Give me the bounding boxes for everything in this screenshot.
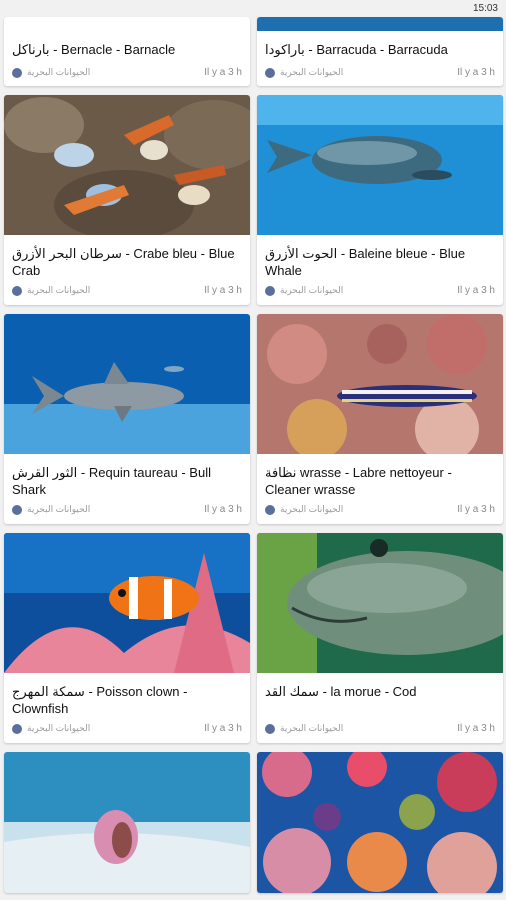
article-card-cleaner-wrasse[interactable]: نظافة wrasse - Labre nettoyeur - Cleaner…: [257, 314, 503, 524]
article-time: Il y a 3 h: [204, 67, 242, 78]
article-image: [4, 752, 250, 893]
article-image: [257, 533, 503, 673]
article-image: [257, 95, 503, 235]
wrasse-image: [257, 314, 503, 454]
category-icon: [265, 68, 275, 78]
article-category: الحيوانات البحرية: [27, 285, 91, 295]
article-title: سمك القد - la morue - Cod: [265, 684, 417, 699]
coral-image: [257, 752, 503, 893]
article-image: [4, 314, 250, 454]
status-bar: 15:03: [0, 0, 506, 17]
article-category: الحيوانات البحرية: [27, 67, 91, 77]
article-image: [257, 314, 503, 454]
article-card-clownfish[interactable]: سمكة المهرج - Poisson clown - Clownfish …: [4, 533, 250, 743]
category-icon: [12, 724, 22, 734]
article-title: بارناكل - Bernacle - Barnacle: [12, 42, 176, 57]
article-title: الثور القرش - Requin taureau - Bull Shar…: [12, 465, 211, 497]
article-time: Il y a 3 h: [457, 504, 495, 515]
article-image: [4, 533, 250, 673]
article-meta: الحيوانات البحرية Il y a 3 h: [12, 285, 242, 297]
article-time: Il y a 3 h: [204, 723, 242, 734]
article-category: الحيوانات البحرية: [27, 504, 91, 514]
article-title: الحوت الأزرق - Baleine bleue - Blue Whal…: [265, 246, 466, 278]
article-title: باراكودا - Barracuda - Barracuda: [265, 42, 448, 57]
article-time: Il y a 3 h: [204, 285, 242, 296]
article-meta: الحيوانات البحرية Il y a 3 h: [265, 67, 495, 79]
article-image: [257, 752, 503, 893]
conch-image: [4, 752, 250, 893]
category-icon: [12, 505, 22, 515]
article-card-cod[interactable]: سمك القد - la morue - Cod الحيوانات البح…: [257, 533, 503, 743]
cod-image: [257, 533, 503, 673]
article-time: Il y a 3 h: [204, 504, 242, 515]
article-card-bull-shark[interactable]: الثور القرش - Requin taureau - Bull Shar…: [4, 314, 250, 524]
whale-image: [257, 95, 503, 235]
article-title: سرطان البحر الأزرق - Crabe bleu - Blue C…: [12, 246, 235, 278]
clownfish-image: [4, 533, 250, 673]
article-meta: الحيوانات البحرية Il y a 3 h: [12, 504, 242, 516]
article-time: Il y a 3 h: [457, 67, 495, 78]
article-category: الحيوانات البحرية: [280, 504, 344, 514]
article-image: [4, 95, 250, 235]
article-card-blue-crab[interactable]: سرطان البحر الأزرق - Crabe bleu - Blue C…: [4, 95, 250, 305]
article-meta: الحيوانات البحرية Il y a 3 h: [265, 285, 495, 297]
status-time: 15:03: [472, 3, 498, 14]
article-image: [257, 17, 503, 31]
article-time: Il y a 3 h: [457, 723, 495, 734]
category-icon: [265, 505, 275, 515]
category-icon: [265, 724, 275, 734]
article-meta: الحيوانات البحرية Il y a 3 h: [265, 504, 495, 516]
article-meta: الحيوانات البحرية Il y a 3 h: [12, 723, 242, 735]
category-icon: [265, 286, 275, 296]
article-title: نظافة wrasse - Labre nettoyeur - Cleaner…: [265, 465, 452, 497]
article-card-conch[interactable]: [4, 752, 250, 893]
shark-image: [4, 314, 250, 454]
article-card-blue-whale[interactable]: الحوت الأزرق - Baleine bleue - Blue Whal…: [257, 95, 503, 305]
article-category: الحيوانات البحرية: [280, 723, 344, 733]
article-title: سمكة المهرج - Poisson clown - Clownfish: [12, 684, 188, 716]
article-card-barracuda[interactable]: باراكودا - Barracuda - Barracuda الحيوان…: [257, 17, 503, 86]
article-meta: الحيوانات البحرية Il y a 3 h: [265, 723, 495, 735]
article-card-barnacle[interactable]: بارناكل - Bernacle - Barnacle الحيوانات …: [4, 17, 250, 86]
article-time: Il y a 3 h: [457, 285, 495, 296]
article-card-coral[interactable]: [257, 752, 503, 893]
article-category: الحيوانات البحرية: [280, 285, 344, 295]
crab-image: [4, 95, 250, 235]
article-category: الحيوانات البحرية: [27, 723, 91, 733]
category-icon: [12, 68, 22, 78]
article-meta: الحيوانات البحرية Il y a 3 h: [12, 67, 242, 79]
category-icon: [12, 286, 22, 296]
article-category: الحيوانات البحرية: [280, 67, 344, 77]
